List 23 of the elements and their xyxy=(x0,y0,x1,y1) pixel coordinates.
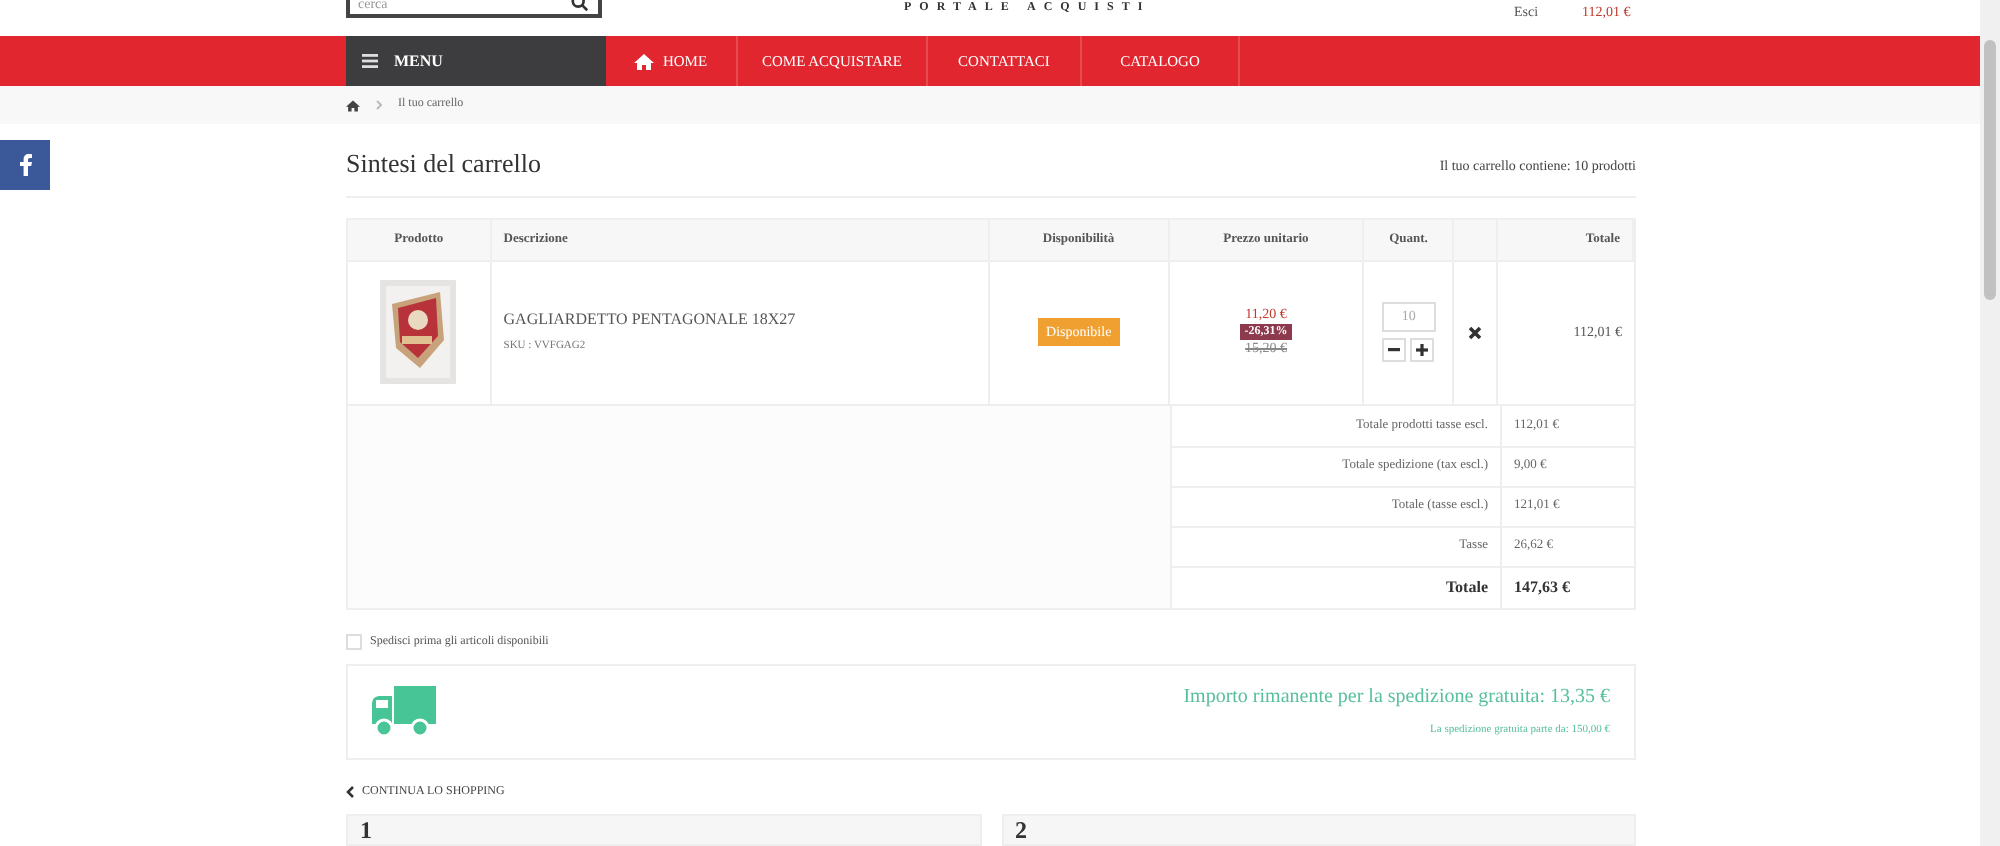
minus-icon[interactable] xyxy=(1388,348,1401,352)
home-icon[interactable] xyxy=(634,53,655,69)
facebook-icon[interactable] xyxy=(19,154,31,176)
delete-icon[interactable] xyxy=(1468,325,1483,339)
decrease-button[interactable] xyxy=(1382,338,1407,362)
chevron-right-icon xyxy=(376,100,382,110)
plus-icon[interactable] xyxy=(1416,344,1429,356)
menu-icon[interactable] xyxy=(362,54,378,68)
summary-label: Totale xyxy=(1445,575,1488,599)
summary-value: 147,63 € xyxy=(1514,575,1570,599)
increase-button[interactable] xyxy=(1410,338,1435,362)
page-title: Sintesi del carrello xyxy=(346,146,541,182)
truck-icon xyxy=(372,685,436,737)
checkbox[interactable] xyxy=(346,634,362,650)
step-number: 1 xyxy=(360,817,372,841)
scrollbar[interactable] xyxy=(1980,0,2000,846)
menu-button[interactable]: MENU xyxy=(346,36,606,86)
step-number: 2 xyxy=(1015,817,1027,841)
product-name[interactable]: GAGLIARDETTO PENTAGONALE 18X27 xyxy=(503,308,976,333)
home-icon[interactable] xyxy=(346,99,360,111)
chevron-left-icon[interactable] xyxy=(346,786,354,798)
facebook-button[interactable] xyxy=(0,140,50,190)
free-shipping-remaining: Importo rimanente per la spedizione gratuita: 13,35 € xyxy=(1183,684,1610,713)
